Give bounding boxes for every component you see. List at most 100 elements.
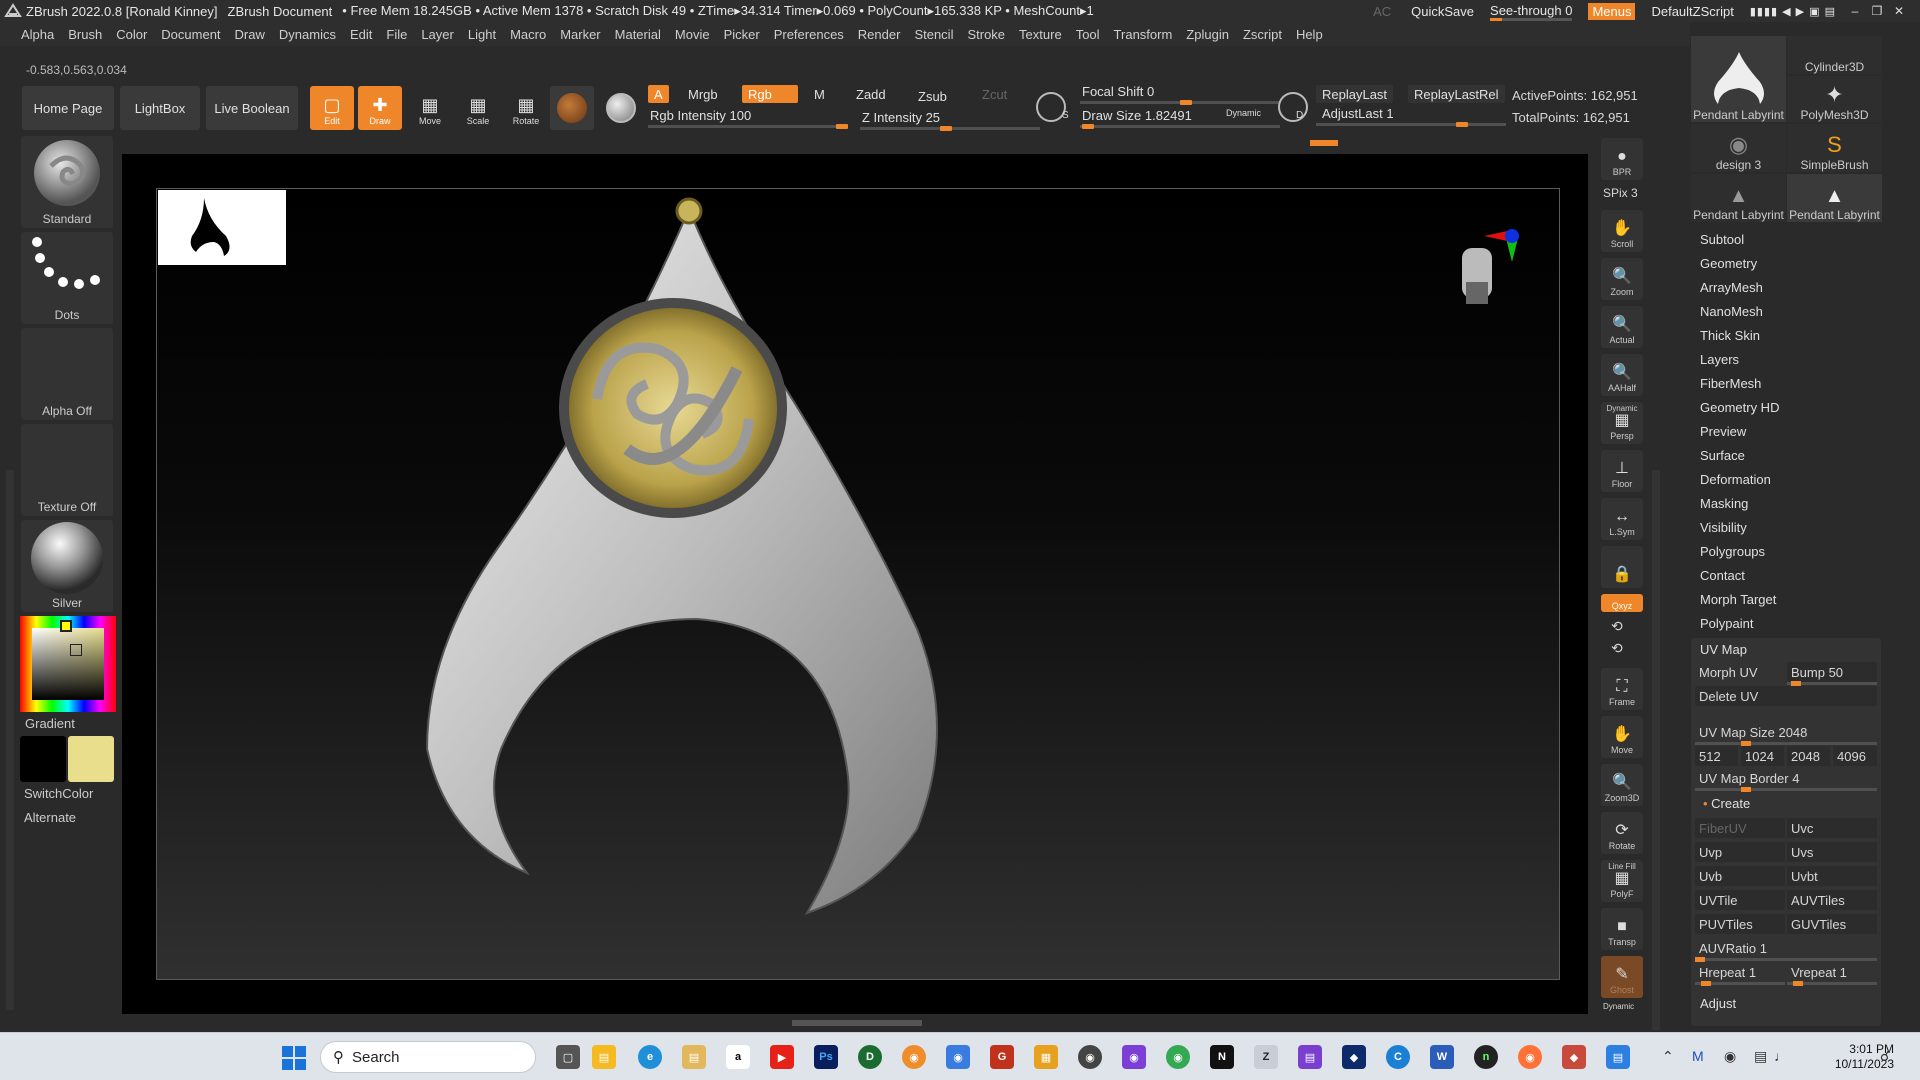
alternate-button[interactable]: Alternate [24,810,76,825]
secondary-color-swatch[interactable] [68,736,114,782]
arraymesh-menu[interactable]: ArrayMesh [1700,280,1763,295]
stroke-picker[interactable]: Dots [21,232,113,324]
nanomesh-menu[interactable]: NanoMesh [1700,304,1763,319]
brush-picker[interactable]: Standard [21,136,113,228]
polypaint-menu[interactable]: Polypaint [1700,616,1753,631]
minimize-button[interactable]: – [1844,4,1866,18]
replay-last-button[interactable]: ReplayLast [1316,85,1394,103]
uvp-button[interactable]: Uvp [1695,842,1785,862]
color-saturation-square[interactable] [32,628,104,700]
menu-zscript[interactable]: Zscript [1243,27,1282,42]
m-toggle[interactable]: M [808,85,831,103]
zadd-toggle[interactable]: Zadd [850,85,892,103]
subtool-menu[interactable]: Subtool [1700,232,1744,247]
film-reel-icon[interactable]: ◉ [1078,1045,1102,1069]
gradient-toggle[interactable]: Gradient [25,716,75,731]
menu-texture[interactable]: Texture [1019,27,1062,42]
chrome-icon[interactable]: ◉ [1166,1045,1190,1069]
geometry-menu[interactable]: Geometry [1700,256,1757,271]
menu-file[interactable]: File [386,27,407,42]
uvc-button[interactable]: Uvc [1787,818,1877,838]
menu-transform[interactable]: Transform [1114,27,1173,42]
menu-draw[interactable]: Draw [235,27,265,42]
fibermesh-menu[interactable]: FiberMesh [1700,376,1761,391]
youtube-icon[interactable]: ▶ [770,1045,794,1069]
menu-render[interactable]: Render [858,27,901,42]
app-d-icon[interactable]: D [858,1045,882,1069]
edit-button[interactable]: ▢ Edit [310,86,354,130]
zcut-toggle[interactable]: Zcut [976,85,1013,103]
lsym-button[interactable]: ↔ L.Sym [1601,498,1643,540]
task-view-icon[interactable]: ▢ [556,1045,580,1069]
notifications-icon[interactable]: ☌ [1880,1048,1889,1065]
z-intensity-slider[interactable]: Z Intensity 25 [860,110,1040,131]
uv-map-border-slider[interactable]: UV Map Border 4 [1695,768,1877,788]
zoom-button[interactable]: 🔍 Zoom [1601,258,1643,300]
file-explorer-icon[interactable]: ▤ [592,1045,616,1069]
clapper-icon[interactable]: ▤ [1298,1045,1322,1069]
color-picker[interactable] [20,616,116,712]
morph-uv-button[interactable]: Morph UV [1695,662,1785,682]
floor-button[interactable]: ⊥ Floor [1601,450,1643,492]
uv-size-1024[interactable]: 1024 [1741,746,1784,766]
app-cube-icon[interactable]: ◆ [1562,1045,1586,1069]
taskbar-search[interactable]: ⚲ Search [320,1041,536,1073]
shelf-scroll-indicator[interactable] [1310,140,1338,146]
menu-macro[interactable]: Macro [510,27,546,42]
edge-icon[interactable]: e [638,1045,662,1069]
xyz-rotate-toggle[interactable]: Qxyz [1601,594,1643,612]
rgb-toggle[interactable]: Rgb [742,85,798,103]
auvratio-slider[interactable]: AUVRatio 1 [1695,938,1877,958]
rotate-z-icon[interactable]: ⟲ [1611,640,1623,657]
delete-uv-button[interactable]: Delete UV [1695,686,1877,706]
tool-thumb-design3[interactable]: ◉ design 3 [1691,124,1786,172]
menu-marker[interactable]: Marker [560,27,600,42]
menu-edit[interactable]: Edit [350,27,372,42]
layers-menu[interactable]: Layers [1700,352,1739,367]
app-purple-icon[interactable]: ◉ [1122,1045,1146,1069]
tool-thumb-polymesh[interactable]: ✦ PolyMesh3D [1787,76,1882,122]
zbrush-taskbar-icon[interactable]: Z [1254,1045,1278,1069]
morph-target-menu[interactable]: Morph Target [1700,592,1776,607]
fiberuv-button[interactable]: FiberUV [1695,818,1785,838]
rgb-intensity-slider[interactable]: Rgb Intensity 100 [648,108,848,129]
create-subpalette[interactable]: • Create [1703,796,1750,811]
interface-icons[interactable]: ▮▮▮▮ ◀ ▶ ▣ ▤ [1750,5,1836,18]
uv-size-4096[interactable]: 4096 [1833,746,1877,766]
tool-thumb-cylinder[interactable]: Cylinder3D [1787,36,1882,74]
a-toggle[interactable]: A [648,85,669,103]
network-icon[interactable]: ▤ [1754,1048,1767,1065]
lazy-mouse-icon[interactable] [1278,92,1308,122]
deformation-menu[interactable]: Deformation [1700,472,1771,487]
mrgb-toggle[interactable]: Mrgb [682,85,724,103]
uvtile-button[interactable]: UVTile [1695,890,1785,910]
uv-map-size-slider[interactable]: UV Map Size 2048 [1695,722,1877,742]
right-tray-handle[interactable] [1652,470,1660,1030]
material-sphere-button[interactable] [550,86,594,130]
menu-tool[interactable]: Tool [1076,27,1100,42]
tray-app-m-icon[interactable]: M [1692,1048,1704,1064]
menu-picker[interactable]: Picker [724,27,760,42]
texture-picker[interactable]: Texture Off [21,424,113,516]
left-tray-handle[interactable] [6,470,14,1010]
app-blue-icon[interactable]: ▤ [1606,1045,1630,1069]
move-3d-button[interactable]: ✋ Move [1601,716,1643,758]
menu-dynamics[interactable]: Dynamics [279,27,336,42]
quicksave-button[interactable]: QuickSave [1411,4,1474,19]
zsub-toggle[interactable]: Zsub [912,87,953,105]
headphones-icon[interactable]: ◉ [946,1045,970,1069]
focal-shift-slider[interactable]: Focal Shift 0 [1080,84,1280,105]
dynamic-size-toggle[interactable]: Dynamic [1226,108,1261,118]
menu-layer[interactable]: Layer [421,27,454,42]
menu-preferences[interactable]: Preferences [774,27,844,42]
bump-slider[interactable]: Bump 50 [1787,662,1877,682]
replay-last-rel-button[interactable]: ReplayLastRel [1408,85,1505,103]
document-canvas[interactable] [156,188,1560,980]
menus-toggle[interactable]: Menus [1588,2,1636,20]
main-color-swatch[interactable] [20,736,66,782]
menu-document[interactable]: Document [161,27,220,42]
switch-color-button[interactable]: SwitchColor [24,786,93,801]
move-button[interactable]: ▦ Move [408,86,452,130]
polyf-button[interactable]: Line Fill ▦ PolyF [1601,860,1643,902]
volume-icon[interactable]: ♩ [1774,1048,1788,1064]
